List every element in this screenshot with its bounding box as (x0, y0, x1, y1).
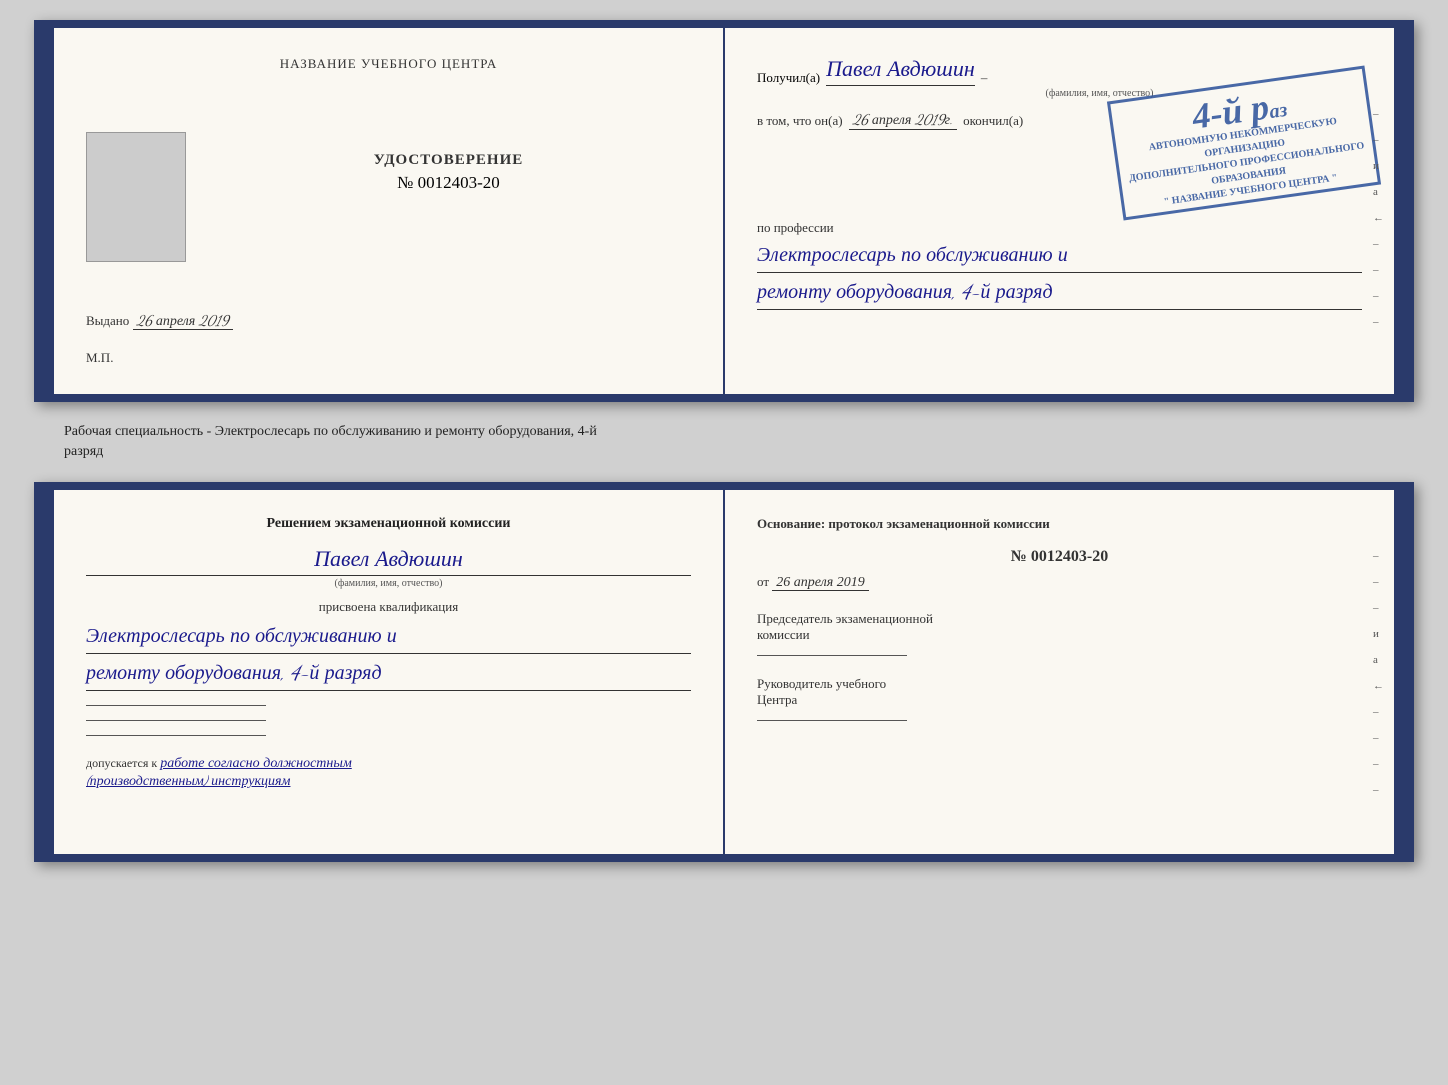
rukovoditel-label: Руководитель учебного (757, 676, 1362, 692)
left-center-section: УДОСТОВЕРЕНИЕ № 0012403-20 (86, 132, 691, 262)
right-deco: – – и а ← – – – – (1373, 108, 1384, 328)
top-book-right-page: Получил(а) Павел Авдюшин – (фамилия, имя… (725, 28, 1394, 394)
vydano-line: Выдано 26 апреля 2019 (86, 312, 691, 330)
mp-label: М.П. (86, 350, 691, 366)
po-professii-block: по профессии Электрослесарь по обслужива… (757, 220, 1362, 310)
bottom-book-left-page: Решением экзаменационной комиссии Павел … (54, 490, 725, 854)
signature-line-3 (86, 735, 266, 736)
training-center-title: НАЗВАНИЕ УЧЕБНОГО ЦЕНТРА (86, 56, 691, 72)
qualification-line1: Электрослесарь по обслуживанию и (86, 621, 691, 654)
ot-date: 26 апреля 2019 (772, 575, 868, 591)
vtom-label: в том, что он(а) (757, 113, 843, 129)
osnovaniye-label: Основание: протокол экзаменационной коми… (757, 516, 1362, 532)
ot-prefix: от (757, 574, 769, 589)
bottom-book-right-page: Основание: протокол экзаменационной коми… (725, 490, 1394, 854)
signature-line-2 (86, 720, 266, 721)
vydano-date: 26 апреля 2019 (133, 312, 233, 330)
bottom-fio-name: Павел Авдюшин (86, 546, 691, 576)
specialty-text-line2: разряд (44, 444, 1404, 460)
book2-spine-right (1394, 490, 1406, 854)
top-certificate-book: НАЗВАНИЕ УЧЕБНОГО ЦЕНТРА УДОСТОВЕРЕНИЕ №… (34, 20, 1414, 402)
top-book-left-page: НАЗВАНИЕ УЧЕБНОГО ЦЕНТРА УДОСТОВЕРЕНИЕ №… (54, 28, 725, 394)
bottom-certificate-book: Решением экзаменационной комиссии Павел … (34, 482, 1414, 862)
poluchil-label: Получил(а) (757, 70, 820, 86)
rukovoditel-sig-line (757, 720, 907, 721)
predsedatel-label: Председатель экзаменационной (757, 611, 1362, 627)
osnovaniye-block: Основание: протокол экзаменационной коми… (757, 516, 1362, 721)
doc-type-label: УДОСТОВЕРЕНИЕ (206, 152, 691, 169)
photo-placeholder (86, 132, 186, 262)
dopusk-text2: (производственным) инструкциям (86, 772, 290, 789)
book2-spine-left (42, 490, 54, 854)
profession-line1: Электрослесарь по обслуживанию и (757, 240, 1362, 273)
specialty-text-line1: Рабочая специальность - Электрослесарь п… (44, 424, 1404, 440)
vydano-label: Выдано (86, 313, 129, 328)
signature-line-1 (86, 705, 266, 706)
bottom-fio-label: (фамилия, имя, отчество) (86, 578, 691, 589)
ot-line: от 26 апреля 2019 (757, 574, 1362, 591)
okonchil-label: окончил(а) (963, 113, 1023, 129)
prisvoena-label: присвоена квалификация (86, 599, 691, 615)
poluchil-name: Павел Авдюшин (826, 56, 975, 86)
qualification-line2: ремонту оборудования, 4-й разряд (86, 658, 691, 691)
dopusk-prefix: допускается к (86, 756, 157, 770)
predsedatel-block: Председатель экзаменационной комиссии (757, 611, 1362, 656)
po-professii-label: по профессии (757, 220, 834, 235)
predsedatel-label2: комиссии (757, 627, 1362, 643)
vtom-date: 26 апреля 2019г. (849, 111, 958, 130)
profession-line2: ремонту оборудования, 4-й разряд (757, 277, 1362, 310)
udostoverenie-block: УДОСТОВЕРЕНИЕ № 0012403-20 (206, 132, 691, 193)
bottom-right-deco: – – – и а ← – – – – (1373, 550, 1384, 796)
book-spine-right (1394, 28, 1406, 394)
specialty-section: Рабочая специальность - Электрослесарь п… (34, 420, 1414, 464)
doc-number: № 0012403-20 (206, 173, 691, 193)
predsedatel-sig-line (757, 655, 907, 656)
dopuskaetsya-line: допускается к работе согласно должностны… (86, 754, 691, 790)
dash: – (981, 70, 988, 86)
resheniye-title: Решением экзаменационной комиссии (86, 516, 691, 532)
osnovaniye-number: № 0012403-20 (757, 548, 1362, 566)
book-spine-left (42, 28, 54, 394)
rukovoditel-label2: Центра (757, 692, 1362, 708)
rukovoditel-block: Руководитель учебного Центра (757, 676, 1362, 721)
dopusk-text: работе согласно должностным (160, 754, 352, 771)
